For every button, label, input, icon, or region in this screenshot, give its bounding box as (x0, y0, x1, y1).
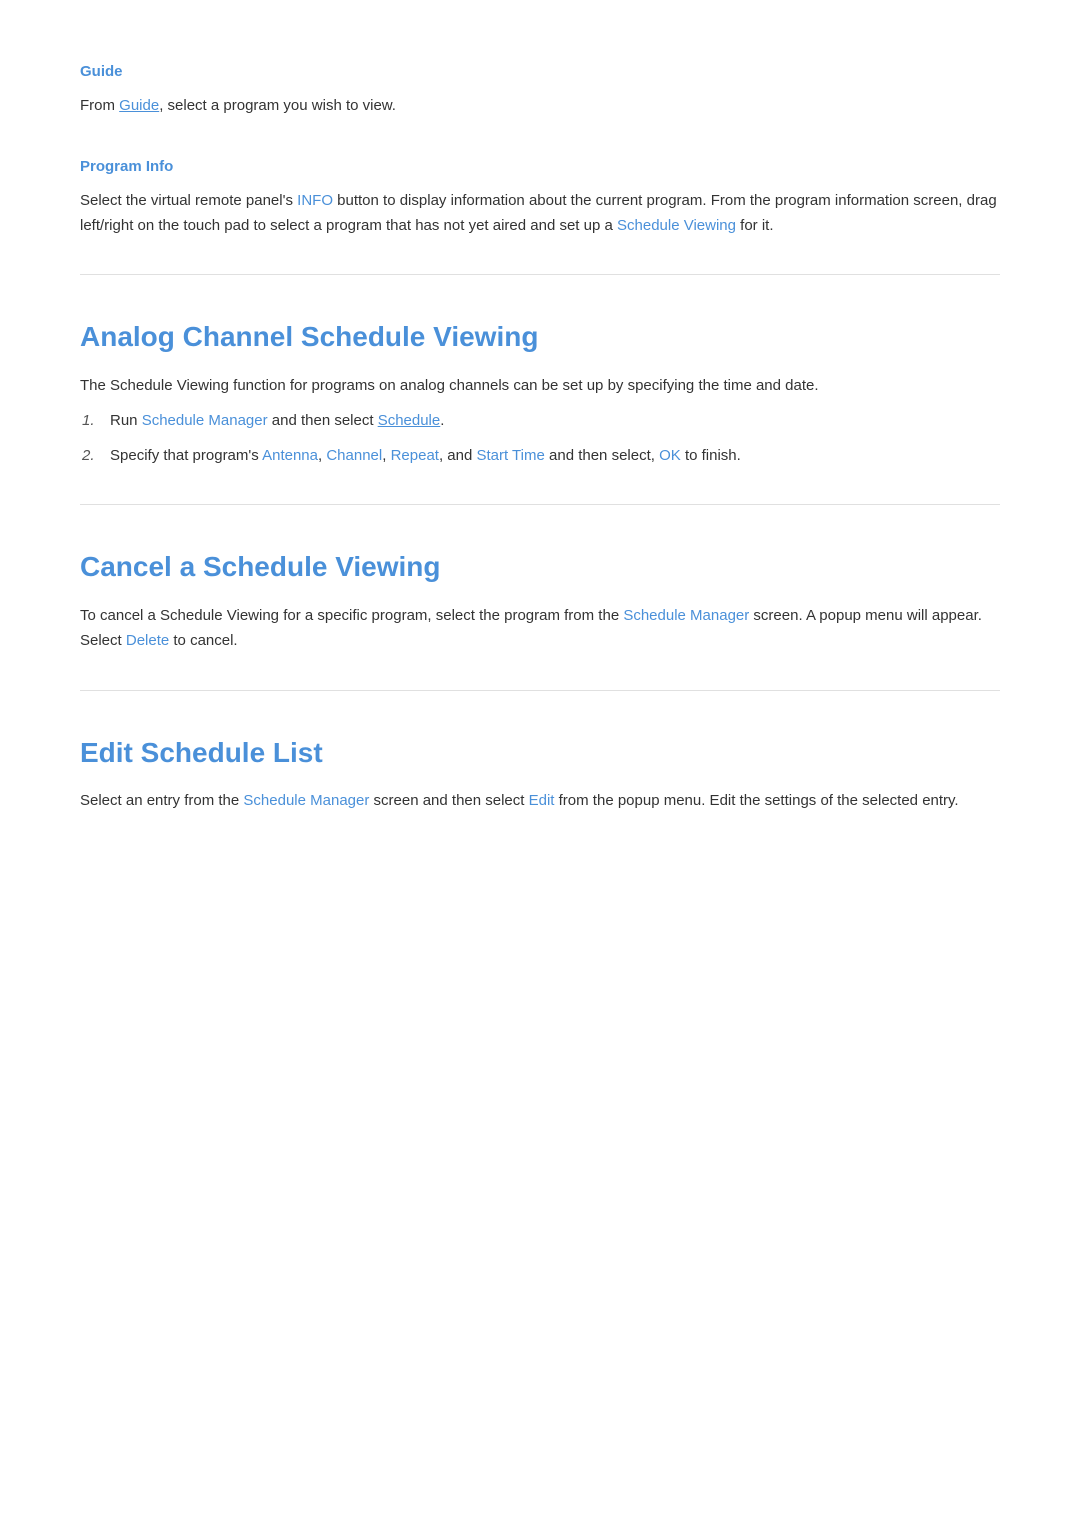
step-2-sep3: , and (439, 447, 477, 464)
cancel-suffix: to cancel. (169, 632, 237, 649)
edit-prefix: Select an entry from the (80, 792, 243, 809)
step-2-suffix: and then select, (545, 447, 659, 464)
channel-link[interactable]: Channel (326, 447, 382, 464)
schedule-manager-link-1[interactable]: Schedule Manager (142, 412, 268, 429)
program-info-prefix: Select the virtual remote panel's (80, 192, 297, 209)
edit-schedule-section: Edit Schedule List Select an entry from … (80, 690, 1000, 815)
cancel-schedule-section: Cancel a Schedule Viewing To cancel a Sc… (80, 504, 1000, 653)
step-2-prefix: Specify that program's (110, 447, 262, 464)
step-1-suffix: . (440, 412, 444, 429)
guide-title: Guide (80, 60, 1000, 84)
antenna-link[interactable]: Antenna (262, 447, 318, 464)
step-1-num: 1. (82, 409, 95, 434)
guide-body-suffix: , select a program you wish to view. (159, 97, 396, 114)
guide-link[interactable]: Guide (119, 97, 159, 114)
edit-schedule-title: Edit Schedule List (80, 721, 1000, 776)
analog-channel-steps: 1. Run Schedule Manager and then select … (80, 409, 1000, 469)
program-info-body: Select the virtual remote panel's INFO b… (80, 189, 1000, 239)
program-info-title: Program Info (80, 155, 1000, 179)
program-info-section: Program Info Select the virtual remote p… (80, 155, 1000, 239)
analog-channel-title: Analog Channel Schedule Viewing (80, 305, 1000, 360)
schedule-link-1[interactable]: Schedule (378, 412, 441, 429)
edit-suffix: from the popup menu. Edit the settings o… (554, 792, 958, 809)
guide-section: Guide From Guide, select a program you w… (80, 60, 1000, 119)
cancel-prefix: To cancel a Schedule Viewing for a speci… (80, 607, 623, 624)
info-link[interactable]: INFO (297, 192, 333, 209)
schedule-manager-link-3[interactable]: Schedule Manager (243, 792, 369, 809)
start-time-link[interactable]: Start Time (476, 447, 544, 464)
step-1-prefix: Run (110, 412, 142, 429)
program-info-suffix: for it. (736, 217, 774, 234)
step-1: 1. Run Schedule Manager and then select … (110, 409, 1000, 434)
guide-body-prefix: From (80, 97, 119, 114)
cancel-schedule-body: To cancel a Schedule Viewing for a speci… (80, 604, 1000, 654)
guide-body: From Guide, select a program you wish to… (80, 94, 1000, 119)
analog-channel-section: Analog Channel Schedule Viewing The Sche… (80, 274, 1000, 468)
step-2-end: to finish. (681, 447, 741, 464)
step-2-num: 2. (82, 444, 95, 469)
edit-middle: screen and then select (369, 792, 528, 809)
step-2: 2. Specify that program's Antenna, Chann… (110, 444, 1000, 469)
cancel-schedule-title: Cancel a Schedule Viewing (80, 535, 1000, 590)
analog-channel-body: The Schedule Viewing function for progra… (80, 374, 1000, 399)
step-1-middle: and then select (268, 412, 378, 429)
schedule-manager-link-2[interactable]: Schedule Manager (623, 607, 749, 624)
schedule-viewing-link[interactable]: Schedule Viewing (617, 217, 736, 234)
step-2-sep2: , (382, 447, 390, 464)
edit-link[interactable]: Edit (529, 792, 555, 809)
delete-link[interactable]: Delete (126, 632, 169, 649)
edit-schedule-body: Select an entry from the Schedule Manage… (80, 789, 1000, 814)
ok-link[interactable]: OK (659, 447, 681, 464)
repeat-link[interactable]: Repeat (391, 447, 439, 464)
